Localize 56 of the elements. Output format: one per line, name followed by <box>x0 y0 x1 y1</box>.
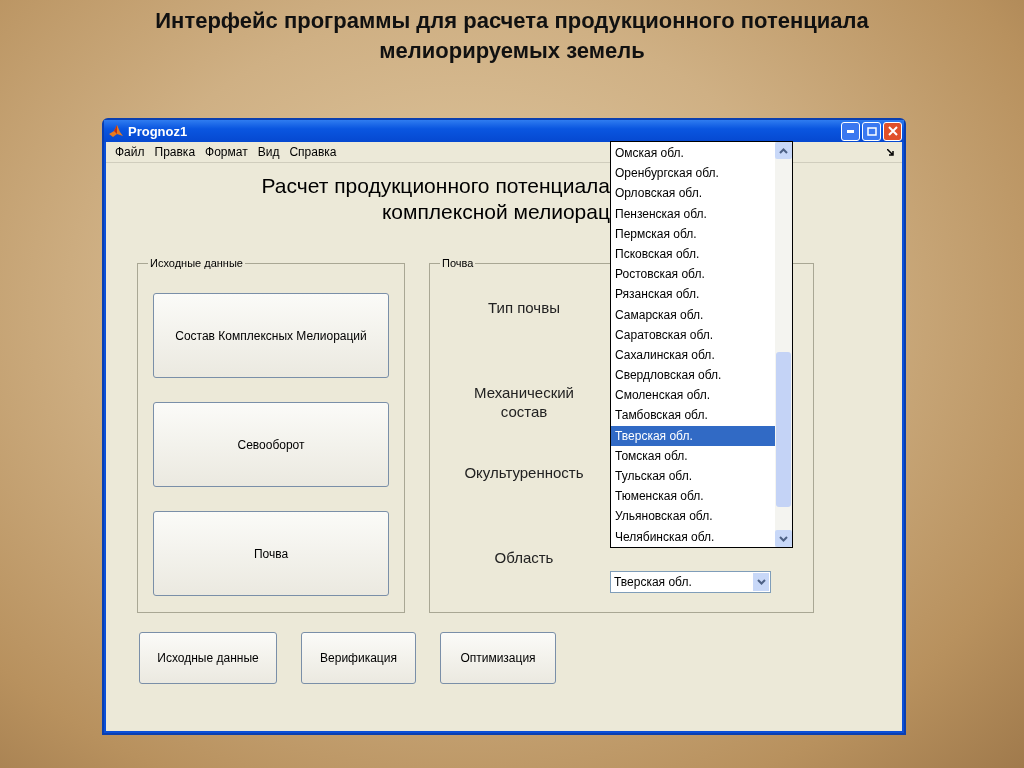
panel-button[interactable]: Севооборот <box>153 402 389 487</box>
app-logo-icon <box>108 123 124 139</box>
action-button[interactable]: Исходные данные <box>139 632 277 684</box>
slide-title: мелиорируемых земель <box>379 37 645 65</box>
dropdown-option[interactable]: Челябинская обл. <box>611 526 775 547</box>
dropdown-option[interactable]: Оренбургская обл. <box>611 163 775 184</box>
action-button[interactable]: Верификация <box>301 632 416 684</box>
window-title: Prognoz1 <box>128 123 189 139</box>
scroll-down-icon <box>779 535 788 542</box>
dropdown-option[interactable]: Тамбовская обл. <box>611 405 775 426</box>
panel-label: Почва <box>440 256 476 270</box>
dropdown-option[interactable]: Сахалинская обл. <box>611 344 775 366</box>
dropdown-option[interactable]: Орловская обл. <box>611 183 775 204</box>
dropdown-option[interactable]: Псковская обл. <box>611 243 775 265</box>
panel-button[interactable]: Почва <box>153 511 389 596</box>
dropdown-option[interactable]: Ростовская обл. <box>611 264 775 285</box>
menu-item[interactable]: Вид <box>252 145 285 159</box>
region-dropdown[interactable]: Тверская обл. <box>610 571 771 593</box>
panel-button[interactable]: Состав Комплексных Мелиораций <box>153 293 389 378</box>
field-label: Тип почвы <box>487 298 561 317</box>
action-button[interactable]: Оптимизация <box>440 632 556 684</box>
close-icon <box>887 126 898 136</box>
dock-arrow-icon[interactable] <box>887 148 894 156</box>
scroll-up-icon <box>779 147 788 154</box>
slide-title: Интерфейс программы для расчета продукционного потенциала <box>155 7 869 35</box>
menu-item[interactable]: Файл <box>110 145 150 159</box>
maximize-icon <box>866 126 877 136</box>
panel-label: Исходные данные <box>148 256 245 270</box>
dropdown-option[interactable]: Пензенская обл. <box>611 203 775 224</box>
dropdown-option[interactable]: Тюменская обл. <box>611 486 775 507</box>
maximize-button[interactable] <box>862 121 881 141</box>
dropdown-option[interactable]: Омская обл. <box>611 143 775 164</box>
field-label: Окультуренность <box>463 463 585 482</box>
menu-item[interactable]: Справка <box>284 145 342 159</box>
minimize-icon <box>847 129 854 133</box>
close-button[interactable] <box>883 121 902 141</box>
form-heading: комплексной мелиорац <box>380 199 610 225</box>
dropdown-option[interactable]: Тульская обл. <box>611 466 775 487</box>
dropdown-option[interactable]: Пермская обл. <box>611 223 775 244</box>
scrollbar[interactable] <box>775 142 792 547</box>
dropdown-option[interactable]: Саратовская обл. <box>611 324 775 345</box>
menu-item[interactable]: Правка <box>149 145 201 159</box>
field-label: Механический состав <box>473 383 575 421</box>
dropdown-option[interactable]: Ульяновская обл. <box>611 506 775 527</box>
dropdown-option[interactable]: Рязанская обл. <box>611 284 775 305</box>
dropdown-option[interactable]: Самарская обл. <box>611 304 775 325</box>
menu-item[interactable]: Формат <box>200 145 253 159</box>
scroll-down-button[interactable] <box>775 530 792 547</box>
form-heading: Расчет продукционного потенциала <box>260 173 610 199</box>
minimize-button[interactable] <box>841 121 860 141</box>
scroll-up-button[interactable] <box>775 142 792 159</box>
dropdown-option[interactable]: Свердловская обл. <box>611 365 775 386</box>
field-label: Область <box>493 548 555 567</box>
dropdown-option[interactable]: Тверская обл. <box>611 425 775 446</box>
dropdown-option[interactable]: Смоленская обл. <box>611 385 775 406</box>
dropdown-option[interactable]: Томская обл. <box>611 445 775 466</box>
